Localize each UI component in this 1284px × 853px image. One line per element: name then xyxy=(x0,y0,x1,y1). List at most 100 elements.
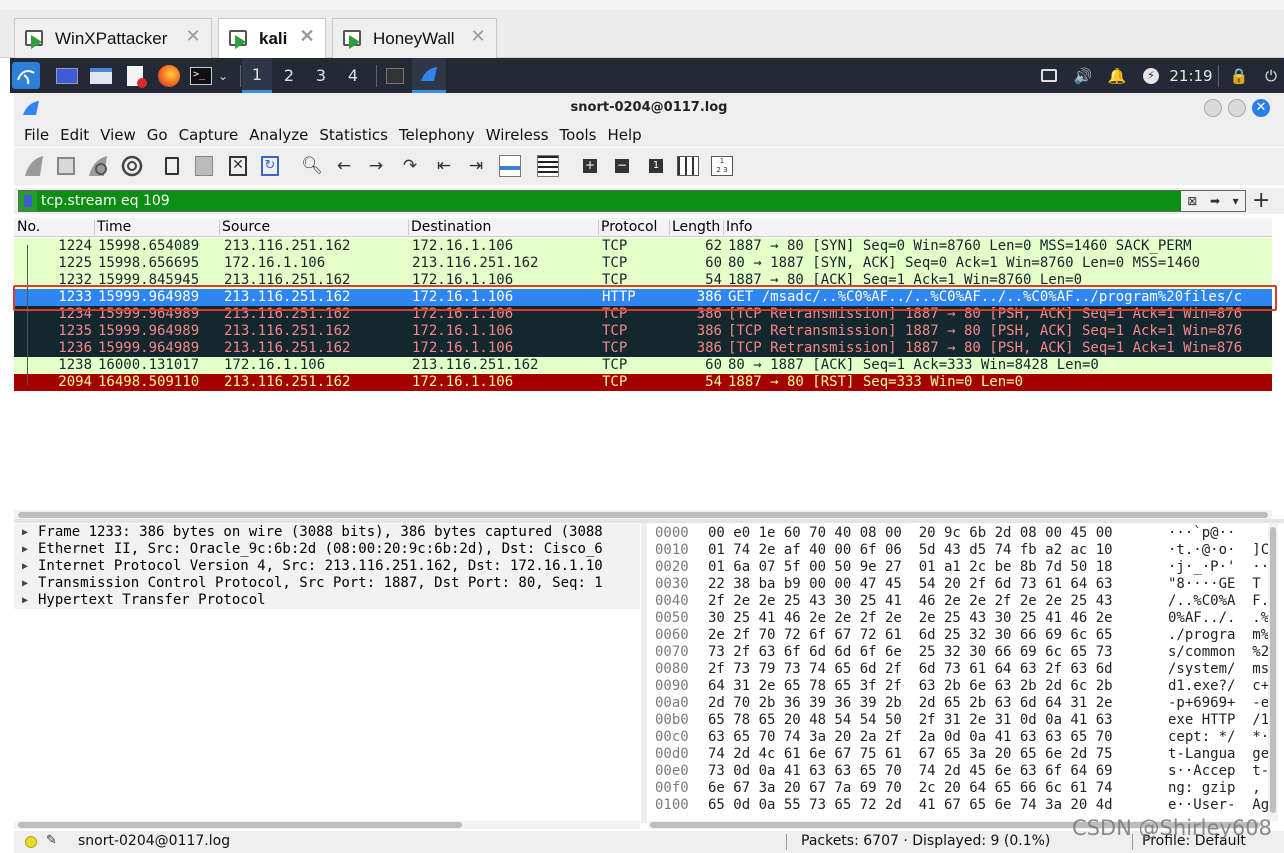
menu-telephony[interactable]: Telephony xyxy=(399,126,475,144)
bytes-vertical-scrollbar[interactable] xyxy=(1268,523,1278,821)
column-time[interactable]: Time xyxy=(97,219,131,235)
byte-row[interactable]: 00e0 73 0d 0a 41 63 63 65 70 74 2d 45 6e … xyxy=(648,763,1268,780)
menu-view[interactable]: View xyxy=(100,126,136,144)
filter-dropdown-icon[interactable]: ▾ xyxy=(1233,194,1239,208)
byte-row[interactable]: 0070 73 2f 63 6f 6d 6d 6f 6e 25 32 30 66 … xyxy=(648,644,1268,661)
file-manager-icon[interactable] xyxy=(88,62,114,89)
reload-file-icon[interactable]: ↻ xyxy=(258,154,282,178)
byte-row[interactable]: 0030 22 38 ba b9 00 00 47 45 54 20 2f 6d … xyxy=(648,576,1268,593)
byte-row[interactable]: 00d0 74 2d 4c 61 6e 67 75 61 67 65 3a 20 … xyxy=(648,746,1268,763)
column-info[interactable]: Info xyxy=(726,219,753,235)
zoom-in-icon[interactable]: + xyxy=(578,154,602,178)
close-icon[interactable]: ✕ xyxy=(185,27,201,45)
normal-size-icon[interactable]: 1 xyxy=(644,154,668,178)
apply-filter-icon[interactable]: ➡ xyxy=(1210,194,1220,208)
taskbar-terminal-icon[interactable] xyxy=(382,62,408,89)
column-protocol[interactable]: Protocol xyxy=(601,219,657,235)
go-to-packet-icon[interactable]: ↷ xyxy=(398,154,422,178)
chevron-down-icon[interactable]: ⌄ xyxy=(214,62,232,89)
clear-filter-icon[interactable]: ⊠ xyxy=(1187,194,1197,208)
terminal-icon[interactable]: >_ xyxy=(188,62,214,89)
start-capture-icon[interactable] xyxy=(22,154,46,178)
byte-row[interactable]: 0040 2f 2e 2e 25 43 30 25 41 46 2e 2e 2f … xyxy=(648,593,1268,610)
detail-ipv4[interactable]: ▶ Internet Protocol Version 4, Src: 213.1… xyxy=(14,558,640,575)
expand-arrow-icon[interactable]: ▶ xyxy=(22,541,28,558)
last-packet-icon[interactable]: ⇥ xyxy=(464,154,488,178)
logout-icon[interactable]: ⏻ xyxy=(1258,58,1284,93)
detail-ethernet[interactable]: ▶ Ethernet II, Src: Oracle_9c:6b:2d (08:0… xyxy=(14,541,640,558)
menu-wireless[interactable]: Wireless xyxy=(486,126,549,144)
notification-bell-icon[interactable]: 🔔 xyxy=(1104,58,1130,93)
packet-row[interactable]: 1236 15999.964989 213.116.251.162 172.16.1.… xyxy=(14,340,1272,357)
go-forward-icon[interactable]: → xyxy=(364,154,388,178)
power-manager-icon[interactable]: ⚡ xyxy=(1138,58,1164,93)
firefox-icon[interactable] xyxy=(156,62,182,89)
workspace-3[interactable]: 3 xyxy=(306,58,336,93)
clock[interactable]: 21:19 xyxy=(1168,58,1214,93)
go-back-icon[interactable]: ← xyxy=(332,154,356,178)
capture-comment-icon[interactable]: ✎ xyxy=(46,833,57,848)
packet-row[interactable]: 1238 16000.131017 172.16.1.106 213.116.251.… xyxy=(14,357,1272,374)
stop-capture-icon[interactable] xyxy=(54,154,78,178)
menu-analyze[interactable]: Analyze xyxy=(249,126,308,144)
save-file-icon[interactable] xyxy=(192,154,216,178)
column-no[interactable]: No. xyxy=(17,219,40,235)
workspace-1[interactable]: 1 xyxy=(242,58,272,93)
packet-row[interactable]: 2094 16498.509110 213.116.251.162 172.16.1.… xyxy=(14,374,1272,391)
packet-row[interactable]: 1224 15998.654089 213.116.251.162 172.16.1.… xyxy=(14,238,1272,255)
zoom-out-icon[interactable]: − xyxy=(610,154,634,178)
vm-tab-kali[interactable]: kali ✕ xyxy=(218,18,326,59)
column-destination[interactable]: Destination xyxy=(411,219,491,235)
desktop-icon[interactable] xyxy=(54,62,80,89)
details-scrollbar[interactable] xyxy=(14,821,640,829)
byte-row[interactable]: 00b0 65 78 65 20 48 54 54 50 2f 31 2e 31 … xyxy=(648,712,1268,729)
byte-row[interactable]: 0100 65 0d 0a 55 73 65 72 2d 41 67 65 6e … xyxy=(648,797,1268,814)
byte-row[interactable]: 0080 2f 73 79 73 74 65 6d 2f 6d 73 61 64 … xyxy=(648,661,1268,678)
column-source[interactable]: Source xyxy=(222,219,270,235)
expand-arrow-icon[interactable]: ▶ xyxy=(22,524,28,541)
taskbar-wireshark-icon[interactable] xyxy=(412,58,446,93)
menu-edit[interactable]: Edit xyxy=(60,126,89,144)
vm-tab-winxpattacker[interactable]: WinXPattacker ✕ xyxy=(14,18,212,58)
expand-arrow-icon[interactable]: ▶ xyxy=(22,575,28,592)
minimize-button[interactable] xyxy=(1204,99,1222,117)
first-packet-icon[interactable]: ⇤ xyxy=(432,154,456,178)
byte-row[interactable]: 0060 2e 2f 70 72 6f 67 72 61 6d 25 32 30 … xyxy=(648,627,1268,644)
menu-statistics[interactable]: Statistics xyxy=(319,126,388,144)
maximize-button[interactable] xyxy=(1228,99,1246,117)
text-editor-icon[interactable] xyxy=(122,62,148,89)
open-file-icon[interactable] xyxy=(160,154,184,178)
colorize-icon[interactable] xyxy=(536,154,560,178)
byte-row[interactable]: 00a0 2d 70 2b 36 39 36 39 2b 2d 65 2b 63 … xyxy=(648,695,1268,712)
column-length[interactable]: Length xyxy=(672,219,720,235)
byte-row[interactable]: 0000 00 e0 1e 60 70 40 08 00 20 9c 6b 2d … xyxy=(648,525,1268,542)
vm-tab-honeywall[interactable]: HoneyWall ✕ xyxy=(332,18,497,58)
kali-menu-icon[interactable] xyxy=(12,62,40,89)
menu-capture[interactable]: Capture xyxy=(179,126,239,144)
menu-tools[interactable]: Tools xyxy=(560,126,597,144)
byte-row[interactable]: 00f0 6e 67 3a 20 67 7a 69 70 2c 20 64 65 … xyxy=(648,780,1268,797)
capture-options-icon[interactable] xyxy=(120,154,144,178)
close-file-icon[interactable]: ✕ xyxy=(226,154,250,178)
autoscroll-icon[interactable] xyxy=(498,154,522,178)
lock-icon[interactable]: 🔒 xyxy=(1226,58,1252,93)
expand-arrow-icon[interactable]: ▶ xyxy=(22,592,28,609)
detail-frame[interactable]: ▶ Frame 1233: 386 bytes on wire (3088 bit… xyxy=(14,524,640,541)
menu-go[interactable]: Go xyxy=(147,126,168,144)
bookmark-icon[interactable] xyxy=(19,191,37,211)
find-packet-icon[interactable]: 🔍︎ xyxy=(300,154,324,178)
volume-icon[interactable]: 🔊 xyxy=(1070,58,1096,93)
byte-row[interactable]: 0010 01 74 2e af 40 00 6f 06 5d 43 d5 74 … xyxy=(648,542,1268,559)
menu-file[interactable]: File xyxy=(24,126,49,144)
resize-columns-icon[interactable] xyxy=(676,154,700,178)
pane-vertical-splitter[interactable] xyxy=(641,523,647,823)
close-icon[interactable]: ✕ xyxy=(299,27,315,45)
detail-http[interactable]: ▶ Hypertext Transfer Protocol xyxy=(14,592,640,609)
byte-row[interactable]: 0090 64 31 2e 65 78 65 3f 2f 63 2b 6e 63 … xyxy=(648,678,1268,695)
packet-row[interactable]: 1225 15998.656695 172.16.1.106 213.116.251.… xyxy=(14,255,1272,272)
restart-capture-icon[interactable] xyxy=(86,154,110,178)
screen-icon[interactable] xyxy=(1036,58,1062,93)
byte-row[interactable]: 0050 30 25 41 46 2e 2e 2f 2e 2e 25 43 30 … xyxy=(648,610,1268,627)
layout-columns-icon[interactable]: 12 3 xyxy=(710,154,734,178)
display-filter-input[interactable] xyxy=(37,191,1245,211)
